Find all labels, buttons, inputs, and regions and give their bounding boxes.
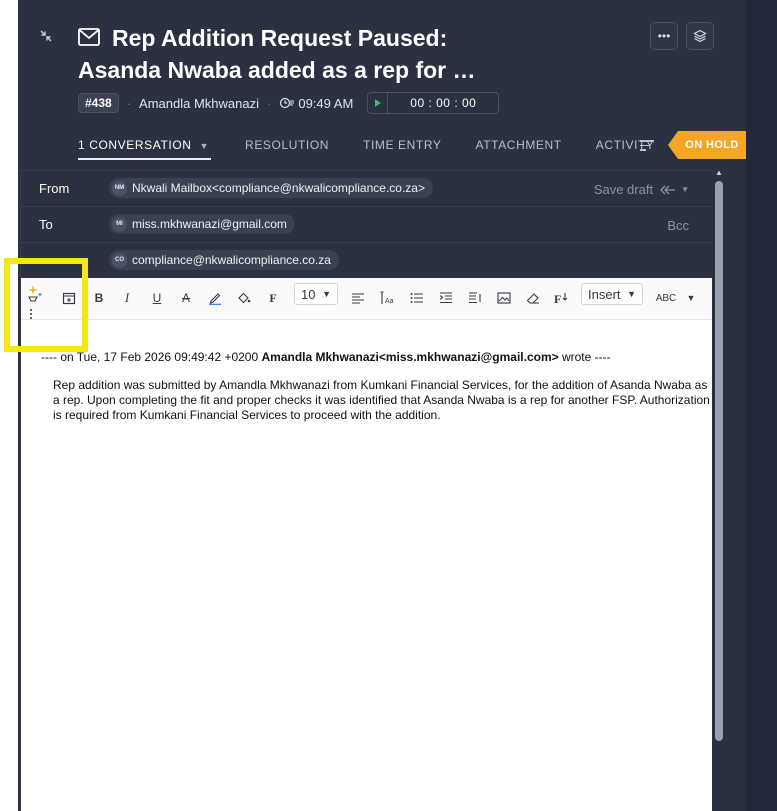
from-label: From — [39, 181, 70, 196]
bulleted-list-icon[interactable] — [407, 288, 427, 308]
from-row: From NM Nkwali Mailbox<compliance@nkwali… — [21, 171, 723, 207]
to-row: To MI miss.mkhwanazi@gmail.com Bcc — [21, 207, 723, 243]
scroll-up-icon[interactable]: ▲ — [714, 168, 724, 178]
cc-row: CO compliance@nkwalicompliance.co.za — [21, 243, 723, 279]
cc-address: compliance@nkwalicompliance.co.za — [132, 253, 331, 267]
tab-time-entry[interactable]: TIME ENTRY — [363, 130, 441, 160]
save-draft-label: Save draft — [593, 182, 654, 197]
highlight-box — [4, 258, 88, 352]
bold-button[interactable]: B — [89, 288, 109, 308]
chevron-down-icon: ▼ — [627, 289, 636, 299]
to-chip[interactable]: MI miss.mkhwanazi@gmail.com — [109, 214, 295, 234]
editor-toolbar: B I U A F 10 ▼ Aa F Insert ▼ ABC ▼ — [21, 278, 723, 320]
right-edge — [746, 0, 777, 811]
ticket-id-badge[interactable]: #438 — [78, 93, 119, 113]
quote-prefix: ---- on Tue, 17 Feb 2026 09:49:42 +0200 — [41, 350, 262, 364]
agent-name[interactable]: Amandla Mkhwanazi — [139, 96, 259, 111]
more-tabs-icon[interactable] — [640, 140, 654, 151]
save-draft-link[interactable]: Save draft ▼ — [594, 182, 689, 197]
spellcheck-label: ABC — [655, 292, 677, 304]
italic-button[interactable]: I — [117, 288, 137, 308]
underline-button[interactable]: U — [147, 288, 167, 308]
message-editor[interactable]: B I U A F 10 ▼ Aa F Insert ▼ ABC ▼ ---- … — [21, 278, 723, 811]
insert-label: Insert — [588, 286, 621, 302]
vertical-scrollbar[interactable]: ▲ — [712, 166, 726, 811]
strikethrough-button[interactable]: A — [176, 288, 196, 308]
font-size-value: 10 — [301, 286, 316, 302]
eraser-icon[interactable] — [523, 288, 543, 308]
ticket-panel: Rep Addition Request Paused: Asanda Nwab… — [18, 0, 746, 811]
avatar: CO — [112, 252, 127, 268]
avatar: MI — [112, 216, 127, 232]
play-timer-button[interactable] — [368, 93, 389, 113]
time-tracker: 00 : 00 : 00 — [367, 92, 500, 114]
tab-label: 1 CONVERSATION — [78, 138, 192, 152]
more-icon: ••• — [657, 29, 671, 43]
indent-icon[interactable] — [436, 288, 456, 308]
scrollbar-thumb[interactable] — [715, 181, 723, 741]
layers-button[interactable] — [686, 22, 714, 50]
font-family-button[interactable]: F — [263, 288, 283, 308]
quote-header: ---- on Tue, 17 Feb 2026 09:49:42 +0200 … — [41, 350, 713, 365]
from-address: Nkwali Mailbox<compliance@nkwalicomplian… — [132, 181, 425, 195]
chevron-down-icon: ▼ — [322, 289, 331, 299]
svg-text:F: F — [554, 292, 561, 305]
tab-attachment[interactable]: ATTACHMENT — [476, 130, 562, 160]
collapse-icon[interactable] — [38, 28, 54, 44]
quote-suffix: wrote ---- — [558, 350, 611, 364]
ticket-title: Rep Addition Request Paused: Asanda Nwab… — [78, 25, 476, 83]
font-size-select[interactable]: 10 ▼ — [294, 283, 338, 305]
to-address: miss.mkhwanazi@gmail.com — [132, 217, 287, 231]
tab-resolution[interactable]: RESOLUTION — [245, 130, 329, 160]
text-case-icon[interactable]: Aa — [377, 288, 397, 308]
paint-bucket-icon[interactable] — [234, 288, 254, 308]
status-badge[interactable]: ON HOLD — [668, 131, 746, 159]
spellcheck-button[interactable]: ABC — [653, 288, 679, 308]
svg-text:Aa: Aa — [385, 298, 394, 305]
highlight-pen-icon[interactable] — [205, 288, 225, 308]
more-options-button[interactable]: ••• — [650, 22, 678, 50]
ticket-header: Rep Addition Request Paused: Asanda Nwab… — [18, 0, 746, 160]
ticket-meta: #438 · Amandla Mkhwanazi · 09:49 AM 00 :… — [78, 92, 500, 114]
play-icon — [374, 99, 381, 107]
chevron-down-icon[interactable]: ▼ — [681, 288, 701, 308]
cc-chip[interactable]: CO compliance@nkwalicompliance.co.za — [109, 250, 339, 270]
to-label: To — [39, 217, 53, 232]
reply-all-icon[interactable] — [659, 184, 679, 196]
layers-icon — [693, 29, 707, 43]
quoted-message: Rep addition was submitted by Amandla Mk… — [53, 378, 710, 422]
ticket-tabs: 1 CONVERSATION ▼ RESOLUTION TIME ENTRY AT… — [78, 130, 689, 160]
left-edge — [0, 0, 18, 811]
tab-conversation[interactable]: 1 CONVERSATION ▼ — [78, 130, 212, 160]
chevron-down-icon[interactable]: ▼ — [200, 141, 210, 151]
insert-dropdown[interactable]: Insert ▼ — [581, 283, 643, 305]
timer-value: 00 : 00 : 00 — [410, 96, 477, 110]
outdent-icon[interactable] — [465, 288, 485, 308]
chevron-down-icon[interactable]: ▼ — [681, 185, 689, 194]
insert-image-icon[interactable] — [494, 288, 514, 308]
from-chip[interactable]: NM Nkwali Mailbox<compliance@nkwalicompl… — [109, 178, 433, 198]
meta-separator: · — [126, 95, 132, 111]
meta-separator: · — [267, 95, 272, 111]
clock-icon — [280, 97, 295, 109]
bcc-button[interactable]: Bcc — [667, 218, 689, 233]
reply-composer: From NM Nkwali Mailbox<compliance@nkwali… — [20, 170, 724, 811]
quote-sender: Amandla Mkhwanazi<miss.mkhwanazi@gmail.c… — [261, 350, 559, 364]
message-body[interactable]: ---- on Tue, 17 Feb 2026 09:49:42 +0200 … — [41, 350, 713, 423]
align-left-icon[interactable] — [348, 288, 368, 308]
ticket-time: 09:49 AM — [298, 95, 354, 111]
format-painter-icon[interactable]: F — [552, 288, 572, 308]
avatar: NM — [112, 180, 127, 196]
